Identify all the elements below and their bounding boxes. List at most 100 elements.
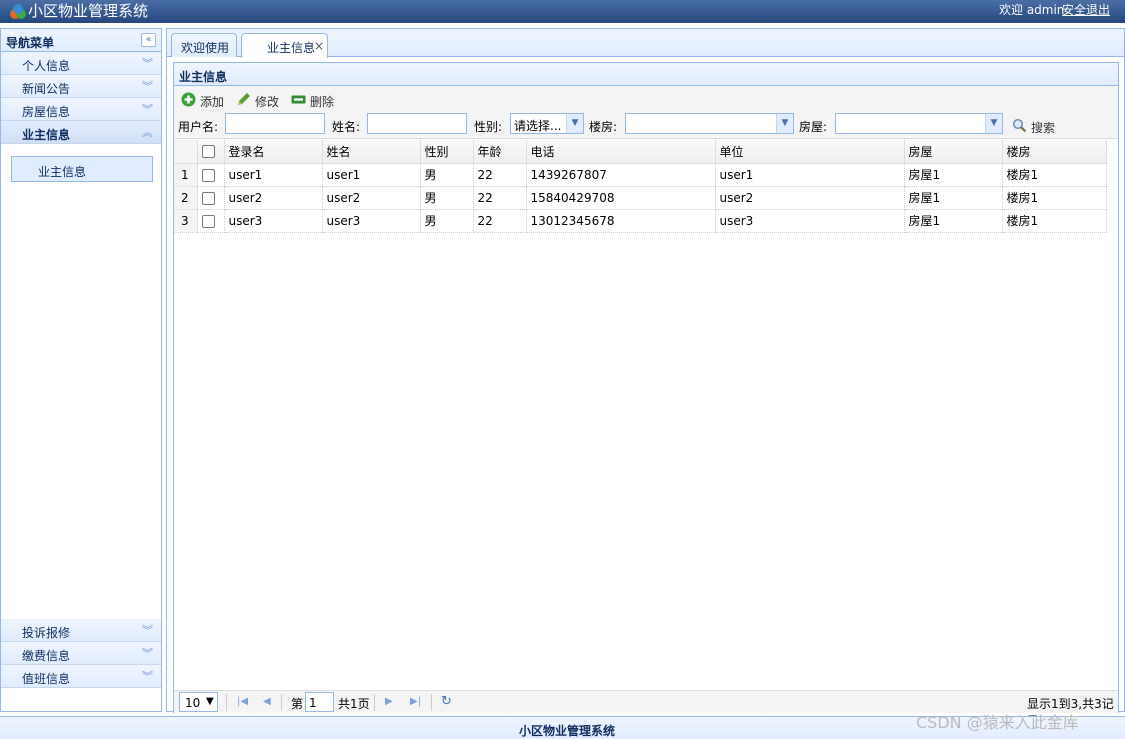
row-checkbox-cell [197, 163, 225, 187]
nav-item-label: 新闻公告 [22, 82, 71, 96]
main-area: 欢迎使用 业主信息 × 业主信息 添加 修改 删除 用户名: 姓名: 性别: 请… [166, 28, 1125, 728]
chevron-double-down-icon: ︾ [142, 80, 153, 93]
table-row[interactable]: 3 user3 user3 男 22 13012345678 user3 房屋1… [174, 209, 1107, 233]
row-checkbox[interactable] [201, 214, 215, 228]
cell-unit: user2 [715, 186, 905, 210]
first-page-icon[interactable]: |◀ [237, 696, 248, 707]
chevron-double-up-icon: ︽ [142, 126, 153, 139]
row-checkbox[interactable] [201, 191, 215, 205]
table-row[interactable]: 2 user2 user2 男 22 15840429708 user2 房屋1… [174, 186, 1107, 210]
search-button[interactable]: 搜索 [1012, 117, 1056, 135]
column-header-age[interactable]: 年龄 [473, 140, 527, 164]
table-header-row: 登录名 姓名 性别 年龄 电话 单位 房屋 楼房 [174, 140, 1107, 164]
cell-house: 房屋1 [904, 163, 1003, 187]
house-select[interactable]: ▼ [835, 113, 1003, 134]
row-checkbox-cell [197, 209, 225, 233]
chevron-down-icon: ▼ [206, 696, 214, 707]
divider [374, 694, 375, 711]
remove-icon [291, 95, 306, 104]
cell-age: 22 [473, 163, 527, 187]
divider [431, 694, 432, 711]
chevron-down-icon[interactable]: ▼ [985, 114, 1002, 133]
cell-building: 楼房1 [1002, 163, 1107, 187]
row-number: 3 [174, 209, 198, 233]
divider [226, 694, 227, 711]
nav-item-house[interactable]: 房屋信息 ︾ [1, 98, 161, 121]
column-header-unit[interactable]: 单位 [715, 140, 905, 164]
column-header-building[interactable]: 楼房 [1002, 140, 1107, 164]
gender-select[interactable]: 请选择... ▼ [510, 113, 584, 134]
cell-name: user3 [322, 209, 421, 233]
chevron-double-down-icon: ︾ [142, 103, 153, 116]
chevron-down-icon[interactable]: ▼ [776, 114, 793, 133]
last-page-icon[interactable]: ▶| [410, 696, 421, 707]
page-total: 共1页 [338, 697, 370, 711]
page-number-input[interactable]: 1 [305, 692, 334, 712]
toolbar: 添加 修改 删除 用户名: 姓名: 性别: 请选择... ▼ 楼房: ▼ 房屋:… [174, 86, 1118, 139]
row-checkbox[interactable] [201, 168, 215, 182]
add-button[interactable]: 添加 [181, 91, 225, 109]
tab-label: 欢迎使用 [181, 41, 230, 55]
cell-login: user2 [224, 186, 323, 210]
gender-value: 请选择... [514, 119, 562, 133]
nav-item-complaints[interactable]: 投诉报修 ︾ [1, 619, 161, 642]
divider [281, 694, 282, 711]
cell-login: user3 [224, 209, 323, 233]
collapse-double-left-icon[interactable]: « [141, 33, 156, 47]
refresh-icon[interactable]: ↻ [441, 694, 452, 709]
column-header-name[interactable]: 姓名 [322, 140, 421, 164]
nav-item-label: 投诉报修 [22, 626, 71, 640]
edit-button[interactable]: 修改 [236, 91, 280, 109]
username-label: 用户名: [178, 120, 219, 134]
select-all-checkbox[interactable] [201, 145, 215, 159]
nav-item-label: 缴费信息 [22, 649, 71, 663]
cell-phone: 13012345678 [526, 209, 716, 233]
add-icon [181, 92, 196, 107]
footer-text: 小区物业管理系统 [519, 724, 616, 738]
nav-subitem-label: 业主信息 [38, 165, 87, 179]
cell-login: user1 [224, 163, 323, 187]
panel-title: 业主信息 [179, 70, 228, 84]
column-header-login[interactable]: 登录名 [224, 140, 323, 164]
building-select[interactable]: ▼ [625, 113, 794, 134]
add-label: 添加 [200, 95, 225, 109]
nav-item-payments[interactable]: 缴费信息 ︾ [1, 642, 161, 665]
tab-welcome[interactable]: 欢迎使用 [171, 33, 237, 57]
column-header-gender[interactable]: 性别 [420, 140, 474, 164]
logo-icon [10, 4, 26, 19]
nav-panel: 导航菜单 « 个人信息 ︾ 新闻公告 ︾ 房屋信息 ︾ 业主信息 ︽ 业主信息 … [0, 28, 162, 712]
table-row[interactable]: 1 user1 user1 男 22 1439267807 user1 房屋1 … [174, 163, 1107, 187]
cell-phone: 1439267807 [526, 163, 716, 187]
column-header-house[interactable]: 房屋 [904, 140, 1003, 164]
name-input[interactable] [367, 113, 467, 134]
nav-item-duty[interactable]: 值班信息 ︾ [1, 665, 161, 688]
delete-button[interactable]: 删除 [291, 91, 335, 109]
cell-building: 楼房1 [1002, 209, 1107, 233]
house-label: 房屋: [799, 120, 828, 134]
owner-table: 登录名 姓名 性别 年龄 电话 单位 房屋 楼房 1 user1 user1 男… [174, 140, 1107, 233]
cell-age: 22 [473, 186, 527, 210]
prev-page-icon[interactable]: ◀ [263, 696, 271, 707]
chevron-double-down-icon: ︾ [142, 624, 153, 637]
close-icon[interactable]: × [314, 39, 324, 53]
owner-panel: 业主信息 添加 修改 删除 用户名: 姓名: 性别: 请选择... ▼ 楼房: … [173, 62, 1119, 728]
watermark: CSDN @猿来入此金库 [916, 713, 1079, 732]
page-number-value: 1 [309, 696, 317, 710]
nav-item-news[interactable]: 新闻公告 ︾ [1, 75, 161, 98]
column-header-phone[interactable]: 电话 [526, 140, 716, 164]
next-page-icon[interactable]: ▶ [385, 696, 393, 707]
app-title: 小区物业管理系统 [28, 2, 149, 20]
gender-label: 性别: [474, 120, 503, 134]
nav-item-owner[interactable]: 业主信息 ︽ [1, 121, 161, 144]
page-size-select[interactable]: 10 ▼ [179, 692, 218, 712]
search-label: 搜索 [1031, 121, 1056, 135]
nav-item-personal[interactable]: 个人信息 ︾ [1, 52, 161, 75]
nav-subitem-owner-info[interactable]: 业主信息 [11, 156, 153, 182]
logout-link[interactable]: 安全退出 [1062, 3, 1110, 18]
chevron-down-icon[interactable]: ▼ [566, 114, 583, 133]
cell-gender: 男 [420, 186, 474, 210]
cell-house: 房屋1 [904, 186, 1003, 210]
delete-label: 删除 [310, 95, 335, 109]
username-input[interactable] [225, 113, 325, 134]
tab-owner-info[interactable]: 业主信息 × [241, 33, 328, 58]
